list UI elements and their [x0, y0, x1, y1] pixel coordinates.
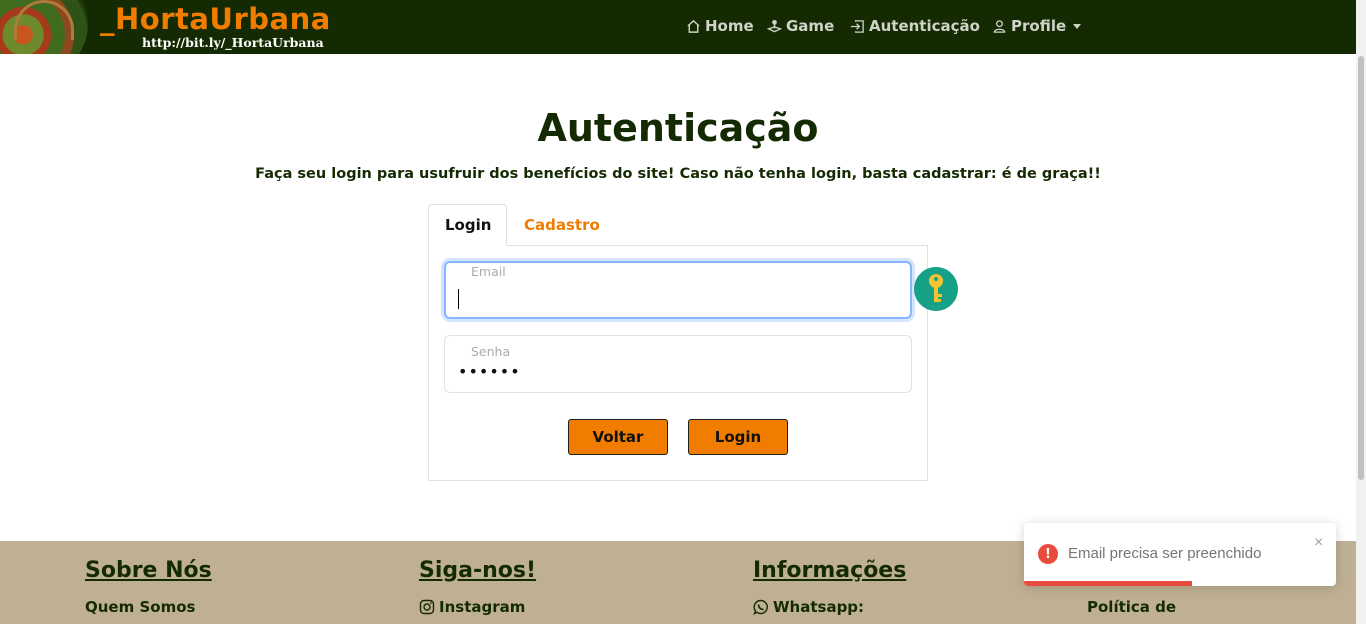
nav-game[interactable]: Game	[767, 16, 834, 36]
nav-home-label: Home	[705, 17, 754, 35]
brand-name[interactable]: _HortaUrbana	[100, 2, 331, 36]
footer-link-instagram-label: Instagram	[439, 598, 526, 616]
person-icon	[993, 19, 1006, 33]
close-icon[interactable]: ×	[1314, 534, 1323, 552]
nav-home[interactable]: Home	[686, 16, 754, 36]
logo-image[interactable]	[0, 0, 88, 54]
footer-link-quem-somos-label: Quem Somos	[85, 598, 196, 616]
brand-url: http://bit.ly/_HortaUrbana	[142, 35, 324, 50]
back-button[interactable]: Voltar	[568, 419, 668, 455]
nav-profile-label: Profile	[1011, 17, 1067, 35]
error-icon: !	[1038, 544, 1058, 564]
nav-autenticacao[interactable]: Autenticação	[850, 16, 980, 36]
nav-profile-dropdown[interactable]: Profile	[992, 16, 1082, 36]
error-toast[interactable]: ! Email precisa ser preenchido ×	[1024, 523, 1336, 586]
password-field[interactable]: Senha ••••••	[444, 335, 912, 393]
home-icon	[687, 19, 700, 33]
nav-game-label: Game	[786, 17, 835, 35]
login-icon	[850, 19, 864, 33]
footer-link-quem-somos[interactable]: Quem Somos	[85, 598, 195, 616]
toast-message: Email precisa ser preenchido	[1068, 545, 1262, 562]
login-button[interactable]: Login	[688, 419, 788, 455]
instagram-icon	[419, 599, 435, 615]
chevron-down-icon	[1073, 23, 1082, 29]
footer-link-politica[interactable]: Política de	[1087, 598, 1176, 616]
key-icon	[929, 274, 943, 302]
footer-link-whatsapp[interactable]: Whatsapp:	[753, 598, 864, 616]
whatsapp-icon	[753, 599, 768, 615]
senha-label: Senha	[471, 344, 511, 359]
text-cursor	[458, 289, 459, 309]
footer-heading-sobre: Sobre Nós	[85, 558, 212, 583]
toast-progress-bar	[1024, 581, 1193, 586]
joystick-icon	[767, 19, 782, 32]
tab-login[interactable]: Login	[428, 204, 507, 246]
scrollbar-thumb[interactable]	[1358, 56, 1364, 480]
key-button[interactable]	[914, 267, 958, 311]
footer-heading-informacoes: Informações	[753, 558, 907, 583]
footer-link-whatsapp-label: Whatsapp:	[773, 598, 865, 616]
footer-heading-siga: Siga-nos!	[419, 558, 537, 583]
nav-autenticacao-label: Autenticação	[869, 17, 980, 35]
footer-link-politica-label: Política de	[1087, 598, 1177, 616]
footer-link-instagram[interactable]: Instagram	[419, 598, 525, 616]
page-title: Autenticação	[537, 106, 819, 150]
email-label: Email	[471, 264, 506, 279]
page-subtitle: Faça seu login para usufruir dos benefíc…	[255, 166, 1101, 182]
email-field[interactable]: Email	[444, 261, 912, 319]
password-value: ••••••	[458, 362, 521, 381]
tab-cadastro[interactable]: Cadastro	[508, 204, 616, 246]
